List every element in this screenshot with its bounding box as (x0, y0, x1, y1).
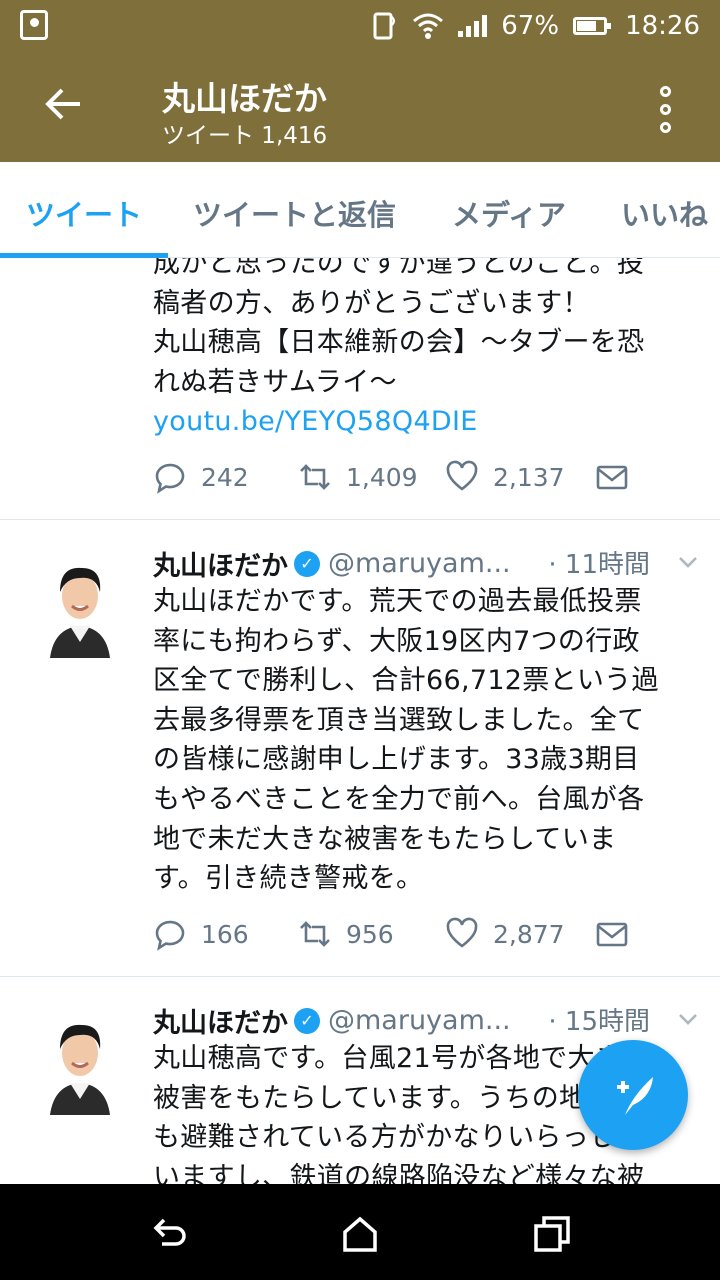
tweet-link[interactable]: youtu.be/YEYQ58Q4DIE (153, 402, 698, 442)
tweet-line: す。引き続き警戒を。 (153, 863, 424, 895)
tab-tweets-and-replies[interactable]: ツイートと返信 (193, 192, 396, 234)
tweet[interactable]: 成かと思ったのですが違うとのこと。投 稿者の方、ありがとうございます！ 丸山穂高… (0, 258, 720, 520)
battery-percent: 67% (501, 11, 560, 41)
tweet-line: 稿者の方、ありがとうございます！ (153, 287, 590, 319)
author-name[interactable]: 丸山ほだか (153, 1001, 288, 1040)
tweet-line: 率にも拘わらず、大阪19区内7つの行政 (153, 625, 640, 657)
tweet-time: · 11時間 (548, 550, 650, 580)
retweet-button[interactable]: 1,409 (298, 460, 418, 494)
profile-tabs: ツイート ツイートと返信 メディア いいね (0, 162, 720, 258)
tweet-time: · 15時間 (548, 1007, 650, 1037)
nav-back-icon[interactable] (148, 1214, 188, 1254)
tweet-count: ツイート 1,416 (162, 123, 328, 149)
tab-tweets[interactable]: ツイート (26, 192, 142, 234)
tweet-line: 区全てで勝利し、合計66,712票という過 (153, 665, 659, 697)
heart-icon (446, 917, 478, 948)
tweet-line: 地で未だ大きな被害をもたらしていま (153, 823, 617, 855)
like-count: 2,137 (493, 462, 565, 492)
contacts-notification-icon (20, 10, 48, 40)
like-button[interactable]: 2,877 (445, 917, 565, 951)
tweet-line: 成かと思ったのですが違うとのこと。投 (153, 258, 645, 279)
retweet-button[interactable]: 956 (298, 917, 394, 951)
nav-home-icon[interactable] (340, 1214, 380, 1254)
clock: 18:26 (625, 11, 700, 41)
profile-header: 丸山ほだか ツイート 1,416 (0, 52, 720, 162)
nav-recents-icon[interactable] (532, 1214, 572, 1254)
reply-icon (155, 920, 185, 951)
tweet-text: 丸山ほだかです。荒天での過去最低投票 率にも拘わらず、大阪19区内7つの行政 区… (153, 582, 698, 899)
tweet-line: いますし、鉄道の線路陥没など様々な被 (153, 1161, 645, 1184)
tweet-line: もやるべきことを全力で前へ。台風が各 (153, 783, 645, 815)
reply-count: 166 (201, 919, 249, 949)
author-handle[interactable]: @maruyam... (328, 548, 511, 579)
tweet-header: 丸山ほだか ✓ @maruyam... (153, 544, 511, 583)
heart-icon (446, 460, 478, 491)
retweet-count: 956 (346, 919, 394, 949)
tab-media[interactable]: メディア (452, 192, 566, 234)
more-vertical-icon[interactable] (660, 86, 672, 133)
tweet-text: 成かと思ったのですが違うとのこと。投 稿者の方、ありがとうございます！ 丸山穂高… (153, 258, 698, 442)
dm-share-button[interactable] (595, 460, 629, 494)
tweet[interactable]: 丸山ほだか ✓ @maruyam... · 11時間 丸山ほだかです。荒天での過… (0, 520, 720, 977)
tweet-line: れぬ若きサムライ～ (153, 366, 397, 398)
retweet-count: 1,409 (346, 462, 418, 492)
dm-share-button[interactable] (595, 917, 629, 951)
wifi-icon (412, 12, 444, 40)
avatar[interactable] (40, 546, 120, 658)
tweet-actions: 166 956 2,877 (153, 917, 673, 957)
avatar[interactable] (40, 1003, 120, 1115)
envelope-icon (596, 922, 628, 947)
like-button[interactable]: 2,137 (445, 460, 565, 494)
tweet-line: 去最多得票を頂き当選致しました。全て (153, 704, 645, 736)
profile-name: 丸山ほだか (162, 79, 327, 118)
reply-icon (155, 463, 185, 494)
retweet-icon (300, 921, 330, 947)
compose-tweet-button[interactable] (578, 1040, 688, 1150)
battery-fill (577, 21, 596, 31)
tweet-actions: 242 1,409 2,137 (153, 460, 673, 500)
arrow-left-icon[interactable] (44, 86, 84, 129)
signal-icon (458, 15, 488, 37)
chevron-down-icon[interactable] (678, 1009, 698, 1029)
chevron-down-icon[interactable] (678, 552, 698, 572)
compose-tweet-icon (617, 1077, 653, 1115)
author-handle[interactable]: @maruyam... (328, 1005, 511, 1036)
retweet-icon (300, 464, 330, 490)
reply-count: 242 (201, 462, 249, 492)
tab-likes[interactable]: いいね (621, 192, 708, 234)
battery-icon (573, 17, 612, 35)
reply-button[interactable]: 166 (153, 917, 249, 951)
tweet-line: 丸山穂高【日本維新の会】～タブーを恐 (153, 327, 645, 359)
author-name[interactable]: 丸山ほだか (153, 544, 288, 583)
like-count: 2,877 (493, 919, 565, 949)
envelope-icon (596, 465, 628, 490)
tweet-line: 丸山ほだかです。荒天での過去最低投票 (153, 586, 642, 617)
verified-badge-icon: ✓ (294, 550, 320, 577)
system-nav-bar (0, 1184, 720, 1280)
verified-badge-icon: ✓ (294, 1007, 320, 1034)
phone-icon (372, 11, 398, 41)
reply-button[interactable]: 242 (153, 460, 249, 494)
status-bar: 67% 18:26 (0, 0, 720, 52)
tweet-header: 丸山ほだか ✓ @maruyam... (153, 1001, 511, 1040)
tweet-line: の皆様に感謝申し上げます。33歳3期目 (153, 744, 640, 776)
